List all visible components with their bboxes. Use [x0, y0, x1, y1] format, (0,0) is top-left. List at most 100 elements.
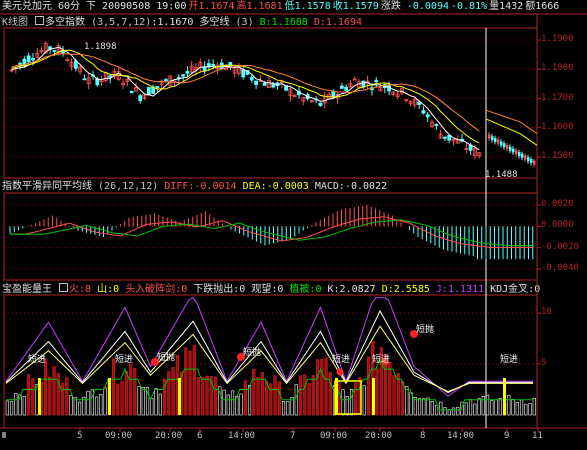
short-in-bar	[178, 378, 181, 415]
energy-bar	[264, 380, 269, 416]
short-in-label: 短进	[28, 355, 47, 365]
energy-bar	[498, 398, 502, 416]
candle-body	[527, 157, 530, 162]
candle-body	[512, 148, 515, 153]
energy-bar	[320, 359, 324, 416]
energy-bar	[528, 403, 532, 416]
energy-bar	[481, 395, 485, 416]
short-in-bar	[108, 378, 111, 415]
energy-bar	[43, 359, 48, 416]
energy-bar	[477, 398, 481, 416]
energy-bar	[213, 376, 218, 416]
candle-body	[249, 76, 254, 81]
energy-bar	[362, 385, 366, 416]
energy-bar	[426, 397, 430, 416]
energy-bar	[201, 377, 205, 416]
energy-bar	[524, 403, 528, 416]
energy-bar	[52, 366, 56, 416]
short-out-label: 短抛	[157, 353, 176, 363]
candle-body	[31, 58, 35, 61]
candle-body	[211, 63, 216, 66]
energy-bar	[324, 357, 328, 416]
candle-body	[339, 85, 344, 89]
energy-bar	[111, 358, 116, 416]
short-out-dot	[336, 368, 344, 376]
price-low-marker: 1.1488	[485, 170, 518, 180]
candle-body	[425, 114, 430, 118]
time-axis-label: 9	[504, 431, 510, 441]
price-axis-label: 1.1900	[541, 34, 574, 44]
energy-bar	[188, 350, 192, 416]
energy-bar	[307, 383, 311, 416]
energy-bar	[473, 403, 477, 416]
energy-bar	[14, 392, 18, 416]
candle-body	[524, 155, 527, 160]
macd-axis-label: 0.0000	[541, 220, 574, 231]
macd-axis-label: 0.0020	[541, 199, 574, 209]
time-axis-label: 11	[532, 431, 543, 441]
price-axis-label: 1.1500	[541, 151, 574, 161]
ma-line-orange	[11, 53, 480, 132]
energy-bar	[405, 386, 409, 416]
energy-bar	[375, 368, 379, 416]
short-in-label: 短进	[332, 355, 351, 365]
price-axis-label: 1.1700	[541, 92, 574, 103]
candle-body	[500, 141, 503, 146]
short-out-label: 短抛	[243, 348, 262, 358]
energy-bar	[519, 399, 524, 416]
candle-body	[361, 80, 366, 88]
time-axis-label: 7	[290, 431, 296, 441]
diff-line	[10, 216, 533, 248]
energy-bar	[103, 387, 107, 416]
energy-bar	[286, 401, 290, 416]
energy-bar	[400, 381, 405, 416]
candle-body	[491, 136, 494, 141]
macd-panel-frame	[3, 192, 538, 281]
price-axis-label: 1.1600	[541, 121, 574, 132]
short-in-bar	[503, 378, 506, 415]
time-axis-label: 20:00	[155, 431, 183, 441]
price-axis-label: 1.1800	[541, 63, 574, 74]
chart-canvas[interactable]	[0, 0, 587, 450]
short-in-bar	[372, 378, 375, 415]
candle-body	[442, 136, 447, 139]
energy-bar	[434, 404, 439, 416]
candle-body	[262, 82, 267, 86]
energy-bar	[494, 399, 498, 416]
energy-bar	[315, 359, 320, 416]
ma-tail-yellow	[485, 118, 538, 146]
time-axis-label: 14:00	[447, 431, 475, 441]
short-out-label: 短抛	[416, 325, 435, 335]
energy-bar	[60, 382, 65, 416]
energy-bar	[439, 401, 443, 416]
energy-bar	[26, 374, 31, 416]
energy-bar	[69, 395, 73, 416]
energy-bar	[392, 375, 396, 416]
candle-body	[434, 124, 439, 126]
energy-bar	[464, 402, 468, 416]
energy-bar	[252, 368, 256, 416]
candle-body	[318, 102, 323, 107]
energy-bar	[150, 397, 154, 416]
candle-body	[521, 153, 524, 158]
candle-body	[206, 63, 211, 68]
energy-bar	[422, 398, 426, 416]
energy-bar	[128, 364, 133, 416]
energy-bar	[532, 398, 536, 416]
energy-bar	[9, 401, 14, 416]
time-axis-label: 14:00	[228, 431, 256, 441]
energy-bar	[65, 377, 69, 416]
time-axis-label: 09:00	[320, 431, 348, 441]
short-in-label: 短进	[115, 355, 134, 365]
energy-bar	[328, 372, 332, 416]
energy-bar	[345, 395, 349, 416]
candle-body	[509, 146, 512, 151]
d-line	[5, 325, 533, 393]
candle-body	[506, 145, 509, 150]
candle-body	[26, 55, 31, 63]
energy-bar	[277, 381, 281, 416]
energy-bar	[133, 368, 137, 416]
energy-bar	[303, 374, 307, 416]
energy-bar	[366, 356, 371, 416]
energy-bar	[468, 399, 473, 416]
